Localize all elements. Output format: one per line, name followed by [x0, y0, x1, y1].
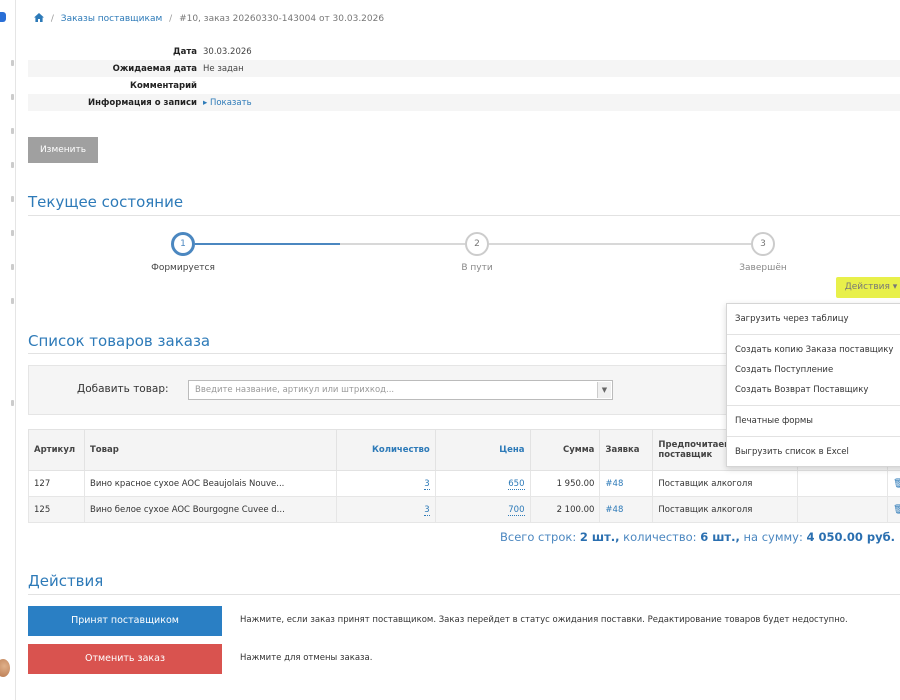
add-product-label: Добавить товар: [77, 383, 169, 395]
cell-sum: 1 950.00 [529, 470, 601, 497]
goods-totals: Всего строк: 2 шт., количество: 6 шт., н… [500, 530, 895, 544]
table-row: 127 Вино красное сухое AOC Beaujolais No… [28, 470, 900, 497]
avatar[interactable] [0, 659, 10, 677]
sidebar-item[interactable] [11, 94, 14, 100]
menu-divider [727, 436, 900, 437]
step-1-circle: 1 [171, 232, 195, 256]
actions-dropdown-button[interactable]: Действия ▾ [836, 277, 900, 298]
trash-icon[interactable]: 🗑 [893, 505, 900, 515]
cell-article: 125 [28, 496, 85, 523]
step-2-circle: 2 [465, 232, 489, 256]
left-sidebar [0, 0, 16, 700]
sidebar-active-marker[interactable] [0, 12, 6, 22]
breadcrumb-orders-link[interactable]: Заказы поставщикам [61, 14, 162, 24]
step-line [340, 243, 465, 245]
step-3-circle: 3 [751, 232, 775, 256]
sidebar-item[interactable] [11, 60, 14, 66]
trash-icon[interactable]: 🗑 [893, 479, 900, 489]
order-info: Дата 30.03.2026 Ожидаемая дата Не задан … [28, 43, 900, 111]
cell-qty-editable[interactable]: 3 [424, 504, 430, 516]
totals-qty-text: количество: [623, 530, 697, 544]
edit-button[interactable]: Изменить [28, 137, 98, 163]
sidebar-item[interactable] [11, 162, 14, 168]
col-price[interactable]: Цена [434, 429, 531, 471]
comment-label: Комментарий [130, 80, 197, 91]
accept-description: Нажмите, если заказ принят поставщиком. … [240, 615, 848, 625]
totals-sum-text: на сумму: [743, 530, 803, 544]
table-row: 125 Вино белое сухое AOC Bourgogne Cuvee… [28, 496, 900, 523]
menu-item-create-return[interactable]: Создать Возврат Поставщику [727, 380, 900, 400]
record-info-label: Информация о записи [88, 97, 197, 108]
cell-extra [797, 496, 888, 523]
sidebar-item[interactable] [11, 128, 14, 134]
menu-item-create-receipt[interactable]: Создать Поступление [727, 360, 900, 380]
sidebar-item[interactable] [11, 400, 14, 406]
chevron-down-icon[interactable]: ▼ [597, 382, 611, 398]
cell-product: Вино белое сухое AOC Bourgogne Cuvee d..… [83, 496, 337, 523]
col-qty[interactable]: Количество [335, 429, 436, 471]
totals-rows-text: Всего строк: [500, 530, 577, 544]
col-article[interactable]: Артикул [28, 429, 85, 471]
menu-divider [727, 405, 900, 406]
actions-section-title: Действия [28, 572, 104, 590]
cancel-order-button[interactable]: Отменить заказ [28, 644, 222, 674]
divider [28, 594, 900, 595]
menu-item-upload-table[interactable]: Загрузить через таблицу [727, 309, 900, 329]
cell-price-editable[interactable]: 650 [508, 478, 525, 490]
step-progress-line [195, 243, 340, 245]
menu-item-copy-order[interactable]: Создать копию Заказа поставщику [727, 340, 900, 360]
cell-price-editable[interactable]: 700 [508, 504, 525, 516]
col-product[interactable]: Товар [83, 429, 337, 471]
home-icon[interactable] [34, 13, 44, 25]
breadcrumb-current: #10, заказ 20260330-143004 от 30.03.2026 [179, 14, 385, 24]
cell-supplier: Поставщик алкоголя [652, 496, 799, 523]
col-sum[interactable]: Сумма [529, 429, 601, 471]
totals-sum-value: 4 050.00 руб. [806, 530, 896, 544]
expected-date-label: Ожидаемая дата [112, 63, 197, 74]
breadcrumb: / Заказы поставщикам / #10, заказ 202603… [34, 13, 384, 25]
record-info-show-link[interactable]: ▸ Показать [203, 98, 252, 108]
menu-divider [727, 334, 900, 335]
cell-supplier: Поставщик алкоголя [652, 470, 799, 497]
step-1-label: Формируется [151, 263, 215, 273]
info-row-record: Информация о записи ▸ Показать [28, 94, 900, 111]
add-product-input[interactable]: Введите название, артикул или штрихкод..… [188, 380, 613, 400]
status-section-title: Текущее состояние [28, 193, 184, 211]
sidebar-item[interactable] [11, 298, 14, 304]
cancel-description: Нажмите для отмены заказа. [240, 653, 373, 663]
col-request[interactable]: Заявка [599, 429, 654, 471]
totals-qty-value: 6 шт., [700, 530, 740, 544]
date-value: 30.03.2026 [203, 46, 252, 57]
cell-qty-editable[interactable]: 3 [424, 478, 430, 490]
cell-product: Вино красное сухое AOC Beaujolais Nouve.… [83, 470, 337, 497]
menu-item-print-forms[interactable]: Печатные формы [727, 411, 900, 431]
totals-rows-value: 2 шт., [579, 530, 620, 544]
info-row-comment: Комментарий [28, 77, 900, 94]
cell-extra [797, 470, 888, 497]
info-row-date: Дата 30.03.2026 [28, 43, 900, 60]
menu-item-export-excel[interactable]: Выгрузить список в Excel [727, 442, 900, 462]
step-2-label: В пути [461, 263, 493, 273]
cell-sum: 2 100.00 [529, 496, 601, 523]
goods-section-title: Список товаров заказа [28, 332, 211, 350]
sidebar-item[interactable] [11, 196, 14, 202]
cell-request-link[interactable]: #48 [605, 479, 623, 489]
info-row-expected: Ожидаемая дата Не задан [28, 60, 900, 77]
status-stepper: 1 2 3 Формируется В пути Завершён [0, 230, 900, 280]
expected-date-value: Не задан [203, 63, 244, 74]
cell-request-link[interactable]: #48 [605, 505, 623, 515]
actions-dropdown-menu: Загрузить через таблицу Создать копию За… [726, 303, 900, 467]
cell-article: 127 [28, 470, 85, 497]
step-3-label: Завершён [739, 263, 787, 273]
divider [28, 215, 900, 216]
step-line [489, 243, 751, 245]
date-label: Дата [173, 46, 197, 57]
accept-by-supplier-button[interactable]: Принят поставщиком [28, 606, 222, 636]
